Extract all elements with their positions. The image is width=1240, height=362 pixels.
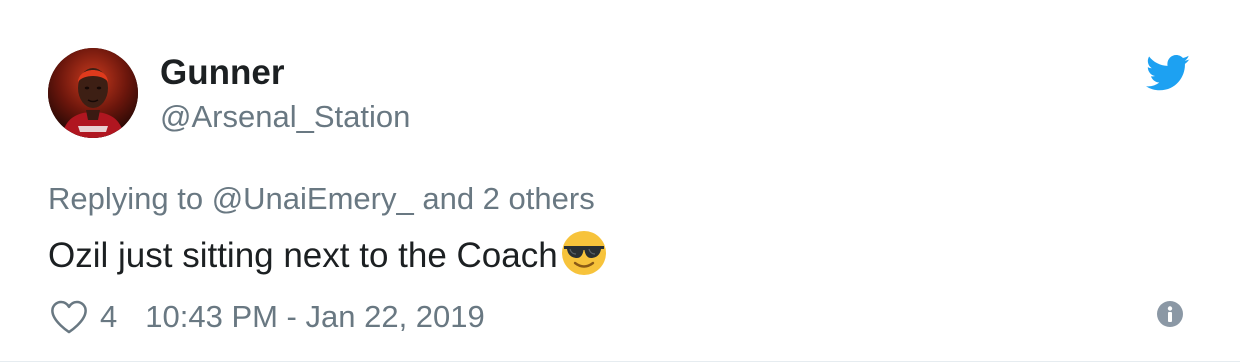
avatar[interactable] xyxy=(48,48,138,138)
info-icon[interactable] xyxy=(1156,300,1184,328)
tweet-text-content: Ozil just sitting next to the Coach xyxy=(48,236,558,275)
user-handle[interactable]: @Arsenal_Station xyxy=(160,98,410,136)
tweet-footer: 4 10:43 PM - Jan 22, 2019 xyxy=(50,296,485,338)
replying-to[interactable]: Replying to @UnaiEmery_ and 2 others xyxy=(48,180,595,218)
tweet-timestamp[interactable]: 10:43 PM - Jan 22, 2019 xyxy=(145,299,485,335)
tweet-text: Ozil just sitting next to the Coach xyxy=(48,231,608,278)
like-count[interactable]: 4 xyxy=(100,299,117,335)
avatar-image xyxy=(48,48,138,138)
tweet-card: Gunner @Arsenal_Station Replying to @Una… xyxy=(0,0,1240,362)
smiling-face-with-sunglasses-icon xyxy=(561,231,606,275)
display-name[interactable]: Gunner xyxy=(160,52,284,94)
heart-icon[interactable] xyxy=(50,299,88,335)
twitter-bird-icon[interactable] xyxy=(1146,55,1191,91)
